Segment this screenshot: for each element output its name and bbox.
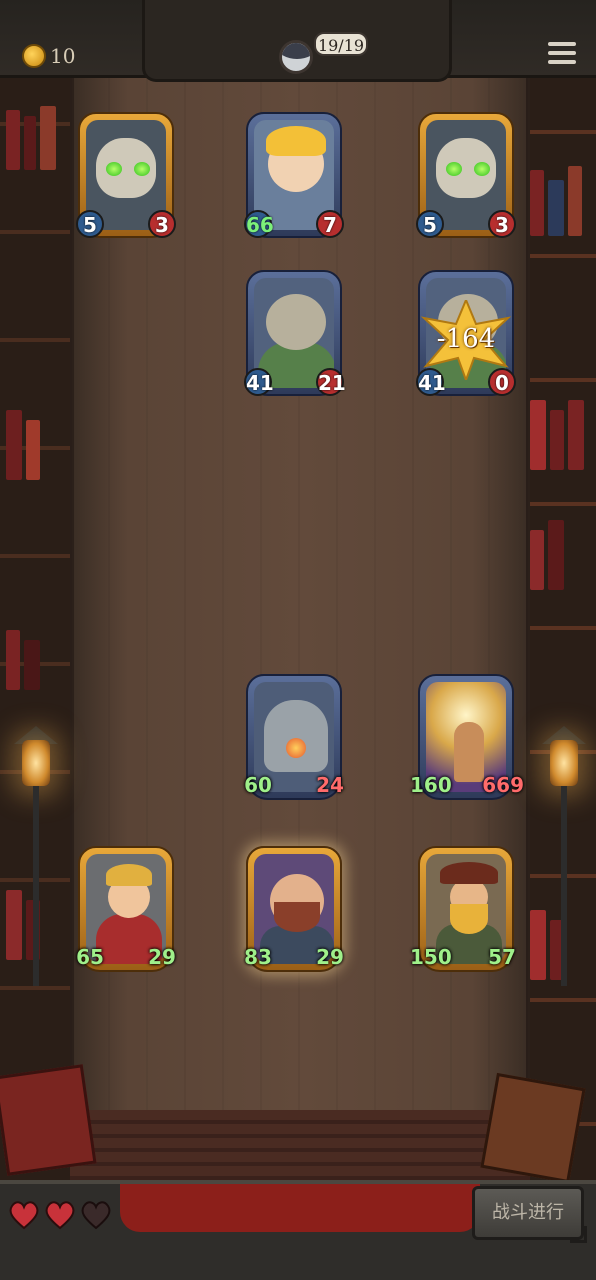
damage-burst-icon: -164 [420,300,512,380]
player-card-pirate-captain[interactable]: 150 57 [410,846,516,972]
enemy-card-skull-knight-right[interactable]: 5 3 [416,112,516,238]
attack-badge: 83 [244,945,272,969]
health-badge: 3 [488,210,516,238]
attack-badge: 65 [76,945,104,969]
health-badge: 669 [482,773,524,797]
life-heart-empty-icon [80,1200,112,1230]
attack-badge: 5 [76,210,104,238]
coin-count: 10 [50,44,76,68]
attack-badge: 5 [416,210,444,238]
turn-counter: 19/19 [314,32,368,56]
attack-badge: 160 [410,773,452,797]
health-badge: 24 [316,773,344,797]
life-heart-icon [44,1200,76,1230]
health-badge: 57 [488,945,516,969]
lamp-left-icon [10,720,62,986]
bookshelf-right [524,70,596,1180]
health-badge: 7 [316,210,344,238]
health-badge: 21 [316,368,346,396]
book-stack-right-icon [480,1072,586,1184]
attack-badge: 150 [410,945,452,969]
coin-icon [22,44,46,68]
attack-badge: 66 [244,210,274,238]
stage-steps [70,1110,530,1180]
attack-badge: 60 [244,773,272,797]
health-badge: 29 [316,945,344,969]
damage-value: -164 [436,324,496,354]
red-carpet [120,1184,480,1232]
enemy-card-orc-brute-left[interactable]: 41 21 [244,270,346,396]
attack-badge: 41 [244,368,274,396]
enemy-card-blond-kid[interactable]: 66 7 [244,112,344,238]
enemy-card-skull-knight-left[interactable]: 5 3 [76,112,176,238]
player-card-red-scarf-hero[interactable]: 65 29 [76,846,176,972]
lamp-right-icon [538,720,590,986]
player-card-robot-furnace[interactable]: 60 24 [244,674,344,800]
player-card-bearded-giant[interactable]: 83 29 [244,846,344,972]
menu-icon[interactable] [548,42,576,68]
health-badge: 3 [148,210,176,238]
player-avatar[interactable] [279,40,313,74]
battle-progress-button[interactable]: 战斗进行 [472,1186,587,1243]
bookshelf-left [0,70,72,1180]
health-badge: 29 [148,945,176,969]
book-stack-left-icon [0,1064,97,1176]
life-heart-icon [8,1200,40,1230]
player-card-radiant-mage[interactable]: 160 669 [410,674,524,800]
